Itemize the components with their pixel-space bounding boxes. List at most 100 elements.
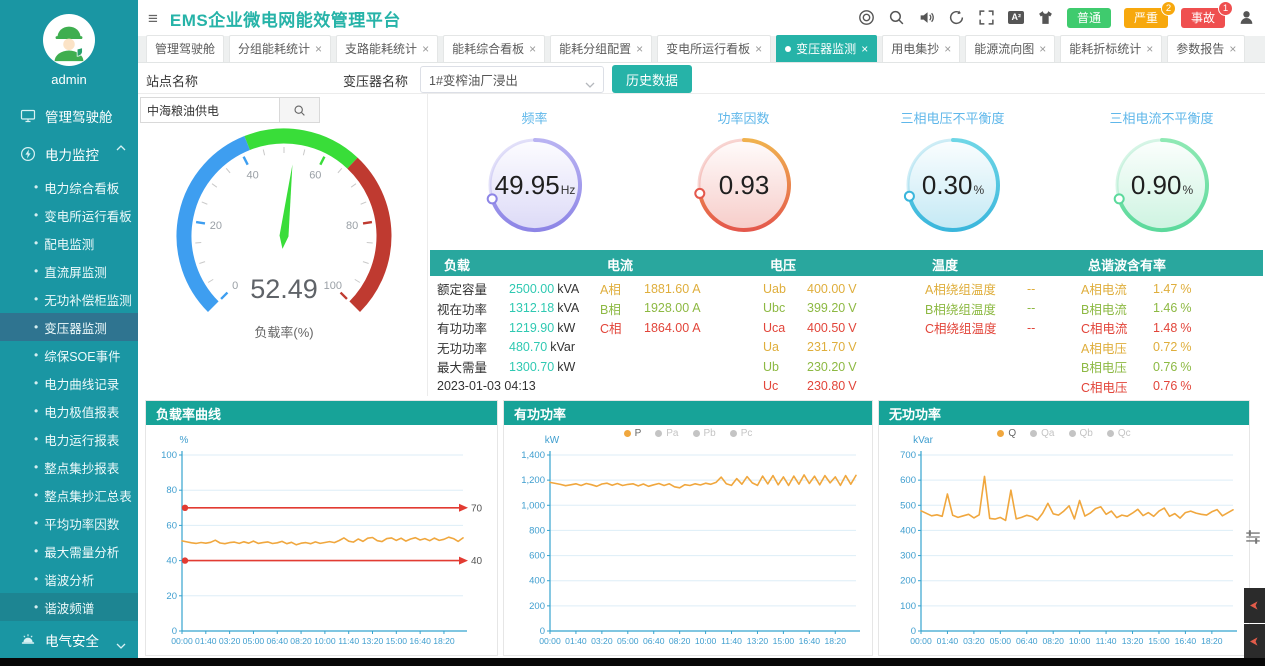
sidebar-item-平均功率因数[interactable]: •平均功率因数 xyxy=(0,509,138,537)
row-unit: V xyxy=(848,360,856,374)
svg-text:05:00: 05:00 xyxy=(243,636,265,646)
svg-text:13:20: 13:20 xyxy=(747,636,769,646)
sidebar-item-电力综合看板[interactable]: •电力综合看板 xyxy=(0,173,138,201)
row-unit: A xyxy=(692,301,700,315)
tab[interactable]: 参数报告× xyxy=(1167,35,1245,62)
close-icon[interactable]: × xyxy=(1229,43,1236,55)
sidebar-item-电气安全[interactable]: 电气安全 xyxy=(0,621,138,658)
theme-circle-icon[interactable] xyxy=(858,9,875,26)
svg-text:200: 200 xyxy=(529,601,545,612)
legend-item-Qa[interactable]: Qa xyxy=(1030,428,1054,439)
avatar[interactable] xyxy=(43,14,95,66)
sidebar-item-谐波分析[interactable]: •谐波分析 xyxy=(0,565,138,593)
tab[interactable]: 变压器监测× xyxy=(776,35,877,62)
close-icon[interactable]: × xyxy=(422,43,429,55)
history-data-button[interactable]: 历史数据 xyxy=(612,65,692,93)
sidebar-item-变电所运行看板[interactable]: •变电所运行看板 xyxy=(0,201,138,229)
legend-item-Pa[interactable]: Pa xyxy=(655,428,678,439)
row-label: C相绕组温度 xyxy=(925,318,1017,337)
sidebar-item-变压器监测[interactable]: •变压器监测 xyxy=(0,313,138,341)
table-column-header: 电流 xyxy=(607,255,633,274)
row-label: 额定容量 xyxy=(437,279,499,298)
sidebar-item-直流屏监测[interactable]: •直流屏监测 xyxy=(0,257,138,285)
sidebar-item-电力监控[interactable]: 电力监控 xyxy=(0,135,138,173)
sidebar-item-配电监测[interactable]: •配电监测 xyxy=(0,229,138,257)
capture-button-2[interactable] xyxy=(1244,624,1265,659)
sidebar-item-综保SOE事件[interactable]: •综保SOE事件 xyxy=(0,341,138,369)
sidebar-item-label: 整点集抄报表 xyxy=(44,458,119,477)
topbar-actions: A² 普通 严重2 事故1 xyxy=(858,8,1255,28)
legend-item-Q[interactable]: Q xyxy=(997,428,1016,439)
adjust-tool-icon[interactable] xyxy=(1244,528,1262,546)
close-icon[interactable]: × xyxy=(529,43,536,55)
sidebar-item-谐波频谱[interactable]: •谐波频谱 xyxy=(0,593,138,621)
tab[interactable]: 能耗折标统计× xyxy=(1060,35,1162,62)
tab[interactable]: 支路能耗统计 × xyxy=(336,35,438,62)
tab[interactable]: 用电集抄× xyxy=(882,35,960,62)
svg-text:80: 80 xyxy=(346,220,358,232)
transformer-select[interactable]: 1#变榨油厂浸出 xyxy=(420,66,604,93)
tab-label: 支路能耗统计 xyxy=(345,40,417,57)
tab[interactable]: 能耗综合看板× xyxy=(443,35,545,62)
legend-item-Qb[interactable]: Qb xyxy=(1069,428,1093,439)
font-size-icon[interactable]: A² xyxy=(1008,11,1024,24)
bullet-icon: • xyxy=(34,488,38,502)
legend-item-Pb[interactable]: Pb xyxy=(693,428,716,439)
svg-text:06:40: 06:40 xyxy=(266,636,288,646)
sidebar-item-电力极值报表[interactable]: •电力极值报表 xyxy=(0,397,138,425)
bullet-icon: • xyxy=(34,376,38,390)
refresh-icon[interactable] xyxy=(948,9,965,26)
bullet-icon: • xyxy=(34,460,38,474)
close-icon[interactable]: × xyxy=(861,43,868,55)
search-icon[interactable] xyxy=(888,9,905,26)
svg-text:13:20: 13:20 xyxy=(362,636,384,646)
tab-label: 管理驾驶舱 xyxy=(155,40,215,57)
row-unit: kVA xyxy=(557,282,579,296)
svg-text:70: 70 xyxy=(471,503,483,514)
capture-button-1[interactable] xyxy=(1244,588,1265,623)
close-icon[interactable]: × xyxy=(636,43,643,55)
sound-icon[interactable] xyxy=(918,9,935,26)
svg-text:800: 800 xyxy=(529,525,545,536)
svg-text:600: 600 xyxy=(900,475,916,486)
ring-gauge-三相电压不平衡度: 三相电压不平衡度0.30% xyxy=(848,108,1057,244)
sidebar-item-label: 电气安全 xyxy=(45,630,99,650)
fullscreen-icon[interactable] xyxy=(978,9,995,26)
close-icon[interactable]: × xyxy=(1039,43,1046,55)
sidebar-item-label: 直流屏监测 xyxy=(44,262,107,281)
sidebar-item-label: 电力极值报表 xyxy=(44,402,119,421)
status-normal-badge[interactable]: 普通 xyxy=(1067,8,1111,28)
close-icon[interactable]: × xyxy=(315,43,322,55)
sidebar-item-整点集抄汇总表[interactable]: •整点集抄汇总表 xyxy=(0,481,138,509)
menu-toggle-icon[interactable]: ≡ xyxy=(148,10,158,27)
close-icon[interactable]: × xyxy=(1146,43,1153,55)
status-accident-badge[interactable]: 事故1 xyxy=(1181,8,1225,28)
svg-text:400: 400 xyxy=(529,576,545,587)
sidebar-item-电力曲线记录[interactable]: •电力曲线记录 xyxy=(0,369,138,397)
table-row: Ub230.20V xyxy=(763,357,857,377)
tab[interactable]: 分组能耗统计× xyxy=(229,35,331,62)
close-icon[interactable]: × xyxy=(944,43,951,55)
sidebar-item-无功补偿柜监测[interactable]: •无功补偿柜监测 xyxy=(0,285,138,313)
legend-item-Pc[interactable]: Pc xyxy=(730,428,753,439)
sidebar-item-整点集抄报表[interactable]: • 整点集抄报表 xyxy=(0,453,138,481)
tab[interactable]: 变电所运行看板× xyxy=(657,35,771,62)
svg-text:08:20: 08:20 xyxy=(1042,636,1064,646)
close-icon[interactable]: × xyxy=(755,43,762,55)
status-severe-badge[interactable]: 严重2 xyxy=(1124,8,1168,28)
tab[interactable]: 能源流向图× xyxy=(965,35,1055,62)
user-icon[interactable] xyxy=(1238,9,1255,26)
svg-text:1,200: 1,200 xyxy=(521,475,545,486)
tab[interactable]: 管理驾驶舱 xyxy=(146,35,224,62)
theme-shirt-icon[interactable] xyxy=(1037,9,1054,26)
row-label: Ua xyxy=(763,340,797,354)
row-unit: % xyxy=(1180,282,1191,296)
sidebar-item-电力运行报表[interactable]: •电力运行报表 xyxy=(0,425,138,453)
sidebar-item-最大需量分析[interactable]: •最大需量分析 xyxy=(0,537,138,565)
svg-text:00:00: 00:00 xyxy=(171,636,193,646)
tab[interactable]: 能耗分组配置× xyxy=(550,35,652,62)
legend-item-Qc[interactable]: Qc xyxy=(1107,428,1131,439)
sidebar-item-管理驾驶舱[interactable]: 管理驾驶舱 xyxy=(0,97,138,135)
ring-gauge-功率因数: 功率因数0.93 xyxy=(639,108,848,244)
legend-item-P[interactable]: P xyxy=(624,428,642,439)
